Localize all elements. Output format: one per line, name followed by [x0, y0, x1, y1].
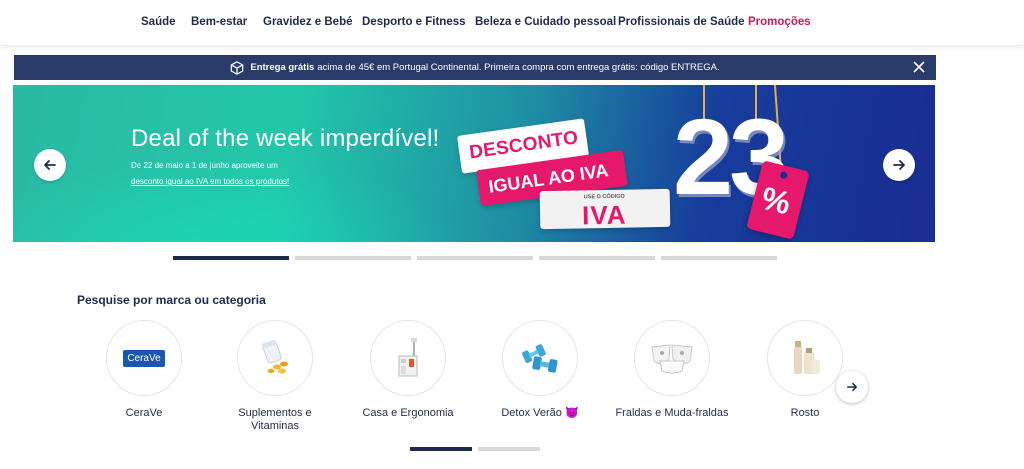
arrow-left-icon [44, 160, 56, 170]
slide-dot[interactable] [661, 256, 777, 260]
category-label: Suplementos e Vitaminas [238, 407, 312, 432]
hero-next-button[interactable] [883, 149, 915, 181]
categories-next-button[interactable] [836, 371, 868, 403]
category-circle [237, 320, 313, 396]
nav-bem-estar[interactable]: Bem-estar [191, 16, 247, 28]
category-label: CeraVe [125, 407, 163, 419]
dumbbells-icon [522, 344, 558, 373]
category-circle [767, 320, 843, 396]
supplements-icon [261, 340, 288, 374]
percent-sign: % [757, 179, 795, 222]
skincare-products-icon [794, 341, 820, 374]
category-cerave[interactable]: CeraVe CeraVe [84, 320, 204, 420]
category-label: Rosto [790, 407, 820, 419]
nav-desporto-fitness[interactable]: Desporto e Fitness [362, 16, 466, 28]
slide-dot[interactable] [173, 256, 289, 260]
notice-text: acima de 45€ em Portugal Continental. Pr… [317, 62, 720, 73]
hero-discount-link[interactable]: desconto igual ao IVA em todos os produt… [131, 177, 289, 186]
category-circle [502, 320, 578, 396]
nav-gravidez-bebe[interactable]: Gravidez e Bebé [263, 16, 352, 28]
hero-title: Deal of the week imperdível! [131, 125, 440, 152]
category-label: Detox Verão 😈 [501, 407, 579, 419]
nav-beleza-cuidado[interactable]: Beleza e Cuidado pessoal [475, 16, 616, 28]
main-navigation: Saúde Bem-estar Gravidez e Bebé Desporto… [0, 0, 1024, 46]
diapers-icon [651, 344, 693, 374]
hero-prev-button[interactable] [34, 149, 66, 181]
promo-code-box: USE O CÓDIGO IVA [539, 188, 671, 231]
package-icon [231, 60, 244, 75]
arrow-right-icon [893, 160, 905, 170]
categories-page-indicators [410, 447, 540, 451]
hero-slide-indicators [173, 256, 777, 260]
cerave-logo: CeraVe [123, 349, 165, 367]
category-circle [370, 320, 446, 396]
home-ergonomics-icon [398, 338, 418, 377]
category-suplementos[interactable]: Suplementos e Vitaminas [215, 320, 335, 433]
notice-bold-text: Entrega grátis [250, 62, 315, 73]
nav-profissionais-saude[interactable]: Profissionais de Saúde [618, 16, 745, 28]
promo-code: IVA [581, 199, 627, 231]
hero-dates-text: De 22 de maio a 1 de junho aproveite um [131, 161, 278, 170]
nav-saude[interactable]: Saúde [141, 16, 176, 28]
slide-dot[interactable] [417, 256, 533, 260]
slide-dot[interactable] [295, 256, 411, 260]
categories-title: Pesquise por marca ou categoria [77, 293, 266, 307]
arrow-right-icon [846, 382, 858, 392]
category-detox-verao[interactable]: Detox Verão 😈 [480, 320, 600, 420]
category-circle: CeraVe [106, 320, 182, 396]
nav-promocoes[interactable]: Promoções [748, 16, 811, 28]
category-rosto[interactable]: Rosto [745, 320, 865, 420]
free-shipping-banner: Entrega grátis acima de 45€ em Portugal … [14, 55, 936, 80]
page-dot[interactable] [478, 447, 540, 451]
category-casa-ergonomia[interactable]: Casa e Ergonomia [348, 320, 468, 420]
slide-dot[interactable] [539, 256, 655, 260]
category-label: Casa e Ergonomia [362, 407, 454, 419]
category-label: Fraldas e Muda-fraldas [615, 407, 729, 419]
hero-banner[interactable]: Deal of the week imperdível! De 22 de ma… [13, 85, 935, 242]
close-icon[interactable] [912, 60, 926, 74]
category-fraldas[interactable]: Fraldas e Muda-fraldas [612, 320, 732, 420]
page-dot[interactable] [410, 447, 472, 451]
category-circle [634, 320, 710, 396]
tag-hole [779, 170, 788, 180]
